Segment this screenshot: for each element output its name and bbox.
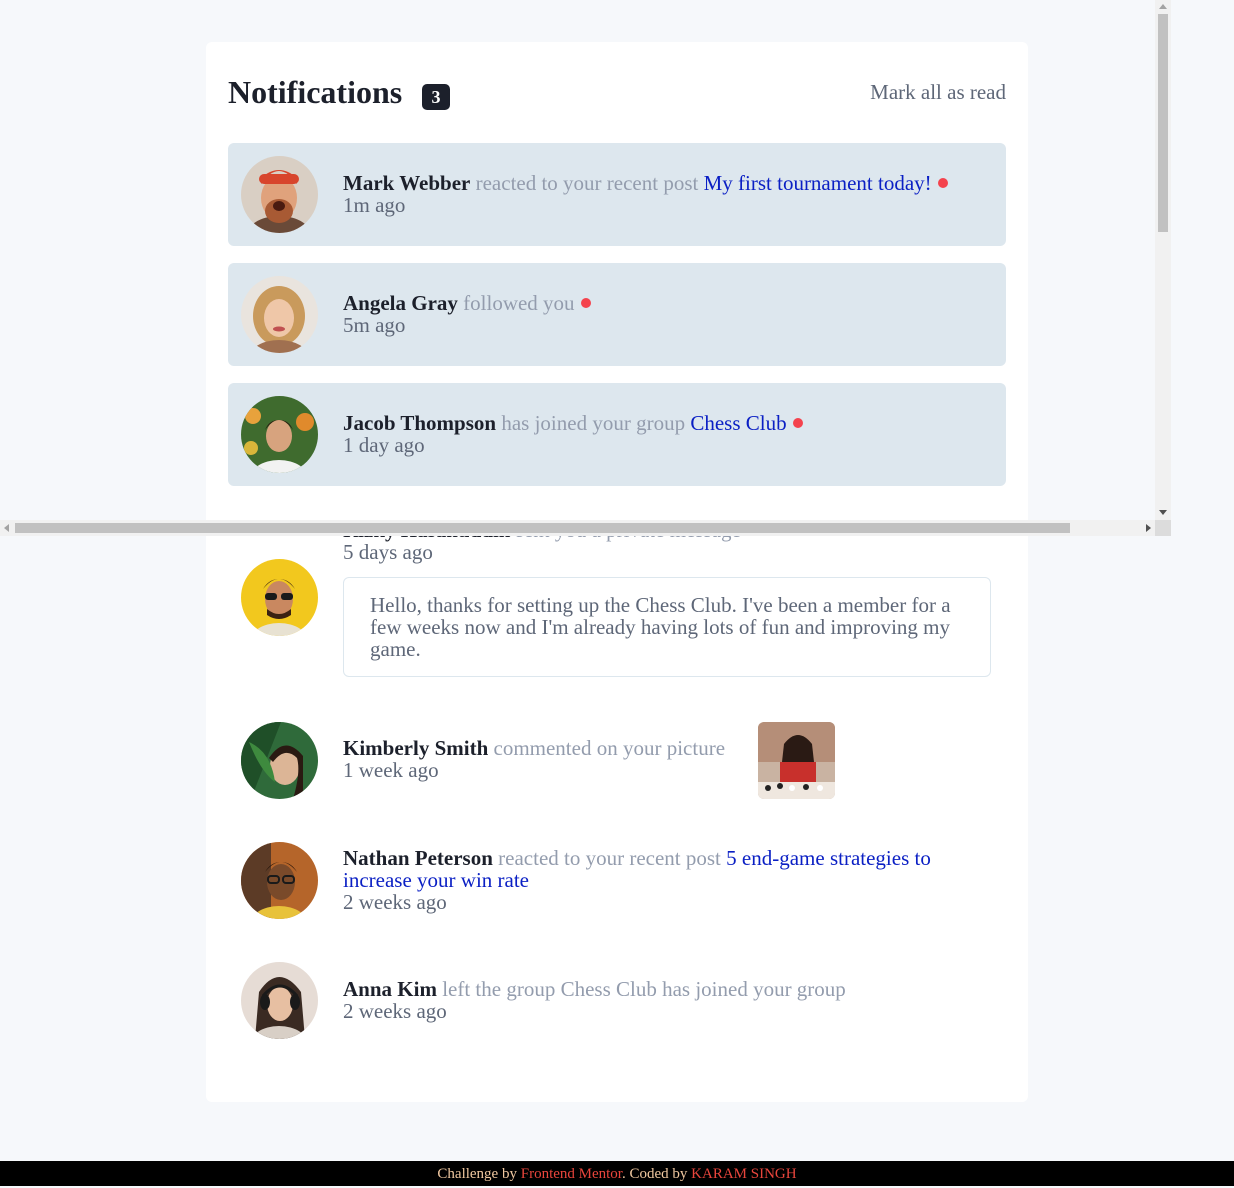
avatar[interactable] bbox=[241, 962, 318, 1039]
timestamp: 5 days ago bbox=[343, 540, 433, 564]
timestamp: 2 weeks ago bbox=[343, 890, 447, 914]
vertical-scrollbar[interactable] bbox=[1155, 0, 1171, 522]
scroll-up-arrow-icon[interactable] bbox=[1159, 4, 1167, 9]
scroll-left-arrow-icon[interactable] bbox=[4, 524, 9, 532]
mark-all-as-read-button[interactable]: Mark all as read bbox=[870, 80, 1006, 105]
avatar[interactable] bbox=[241, 396, 318, 473]
notification-item[interactable]: Nathan Peterson reacted to your recent p… bbox=[228, 829, 1006, 929]
action-text: commented on your picture bbox=[493, 736, 726, 760]
action-text: has joined your group bbox=[501, 411, 686, 435]
horizontal-scrollbar[interactable] bbox=[0, 520, 1171, 536]
user-name[interactable]: Mark Webber bbox=[343, 171, 470, 195]
avatar[interactable] bbox=[241, 722, 318, 799]
private-message[interactable]: Hello, thanks for setting up the Chess C… bbox=[343, 577, 991, 677]
avatar[interactable] bbox=[241, 559, 318, 636]
scroll-right-arrow-icon[interactable] bbox=[1146, 524, 1151, 532]
commented-picture[interactable] bbox=[758, 722, 835, 799]
notification-text: Nathan Peterson reacted to your recent p… bbox=[343, 847, 983, 913]
notification-text: Jacob Thompson has joined your group Che… bbox=[343, 412, 803, 456]
notification-item[interactable]: Mark Webber reacted to your recent post … bbox=[228, 143, 1006, 246]
notification-item[interactable]: Anna Kim left the group Chess Club has j… bbox=[228, 949, 1006, 1049]
vertical-scroll-thumb[interactable] bbox=[1158, 14, 1168, 232]
timestamp: 2 weeks ago bbox=[343, 999, 447, 1023]
footer: Challenge by Frontend Mentor. Coded by K… bbox=[0, 1161, 1234, 1186]
unread-dot-icon bbox=[792, 418, 803, 428]
notification-item[interactable]: Angela Gray followed you 5m ago bbox=[228, 263, 1006, 366]
notification-item[interactable]: Jacob Thompson has joined your group Che… bbox=[228, 383, 1006, 486]
user-name[interactable]: Anna Kim bbox=[343, 977, 437, 1001]
footer-coded-by-text: . Coded by bbox=[621, 1166, 688, 1182]
page-title: Notifications bbox=[228, 74, 403, 110]
frontend-mentor-link[interactable]: Frontend Mentor bbox=[521, 1166, 622, 1182]
timestamp: 1 week ago bbox=[343, 758, 439, 782]
group-link[interactable]: Chess Club bbox=[690, 411, 786, 435]
scrollbar-corner bbox=[1155, 520, 1171, 536]
timestamp: 1 day ago bbox=[343, 433, 425, 457]
user-name[interactable]: Kimberly Smith bbox=[343, 736, 488, 760]
user-name[interactable]: Nathan Peterson bbox=[343, 846, 493, 870]
notification-text: Kimberly Smith commented on your picture… bbox=[343, 737, 725, 781]
user-name[interactable]: Jacob Thompson bbox=[343, 411, 496, 435]
notification-text: Angela Gray followed you 5m ago bbox=[343, 292, 591, 336]
header: Notifications 3 Mark all as read bbox=[228, 72, 1006, 116]
post-link[interactable]: My first tournament today! bbox=[704, 171, 932, 195]
footer-challenge-text: Challenge by bbox=[437, 1166, 517, 1182]
avatar[interactable] bbox=[241, 156, 318, 233]
author-link[interactable]: KARAM SINGH bbox=[691, 1166, 796, 1182]
action-text: left the group Chess Club has joined you… bbox=[442, 977, 846, 1001]
unread-dot-icon bbox=[937, 178, 948, 188]
horizontal-scroll-thumb[interactable] bbox=[15, 523, 1070, 533]
scroll-down-arrow-icon[interactable] bbox=[1159, 510, 1167, 515]
unread-count-badge: 3 bbox=[422, 84, 450, 110]
unread-dot-icon bbox=[580, 298, 591, 308]
action-text: reacted to your recent post bbox=[475, 171, 699, 195]
notification-text: Mark Webber reacted to your recent post … bbox=[343, 172, 948, 216]
avatar[interactable] bbox=[241, 276, 318, 353]
notification-text: Anna Kim left the group Chess Club has j… bbox=[343, 978, 846, 1022]
user-name[interactable]: Angela Gray bbox=[343, 291, 458, 315]
action-text: reacted to your recent post bbox=[498, 846, 721, 870]
avatar[interactable] bbox=[241, 842, 318, 919]
notifications-card: Notifications 3 Mark all as read Mark We… bbox=[206, 42, 1028, 1102]
timestamp: 5m ago bbox=[343, 313, 406, 337]
action-text: followed you bbox=[463, 291, 575, 315]
timestamp: 1m ago bbox=[343, 193, 406, 217]
notification-item[interactable]: Kimberly Smith commented on your picture… bbox=[228, 709, 1006, 809]
